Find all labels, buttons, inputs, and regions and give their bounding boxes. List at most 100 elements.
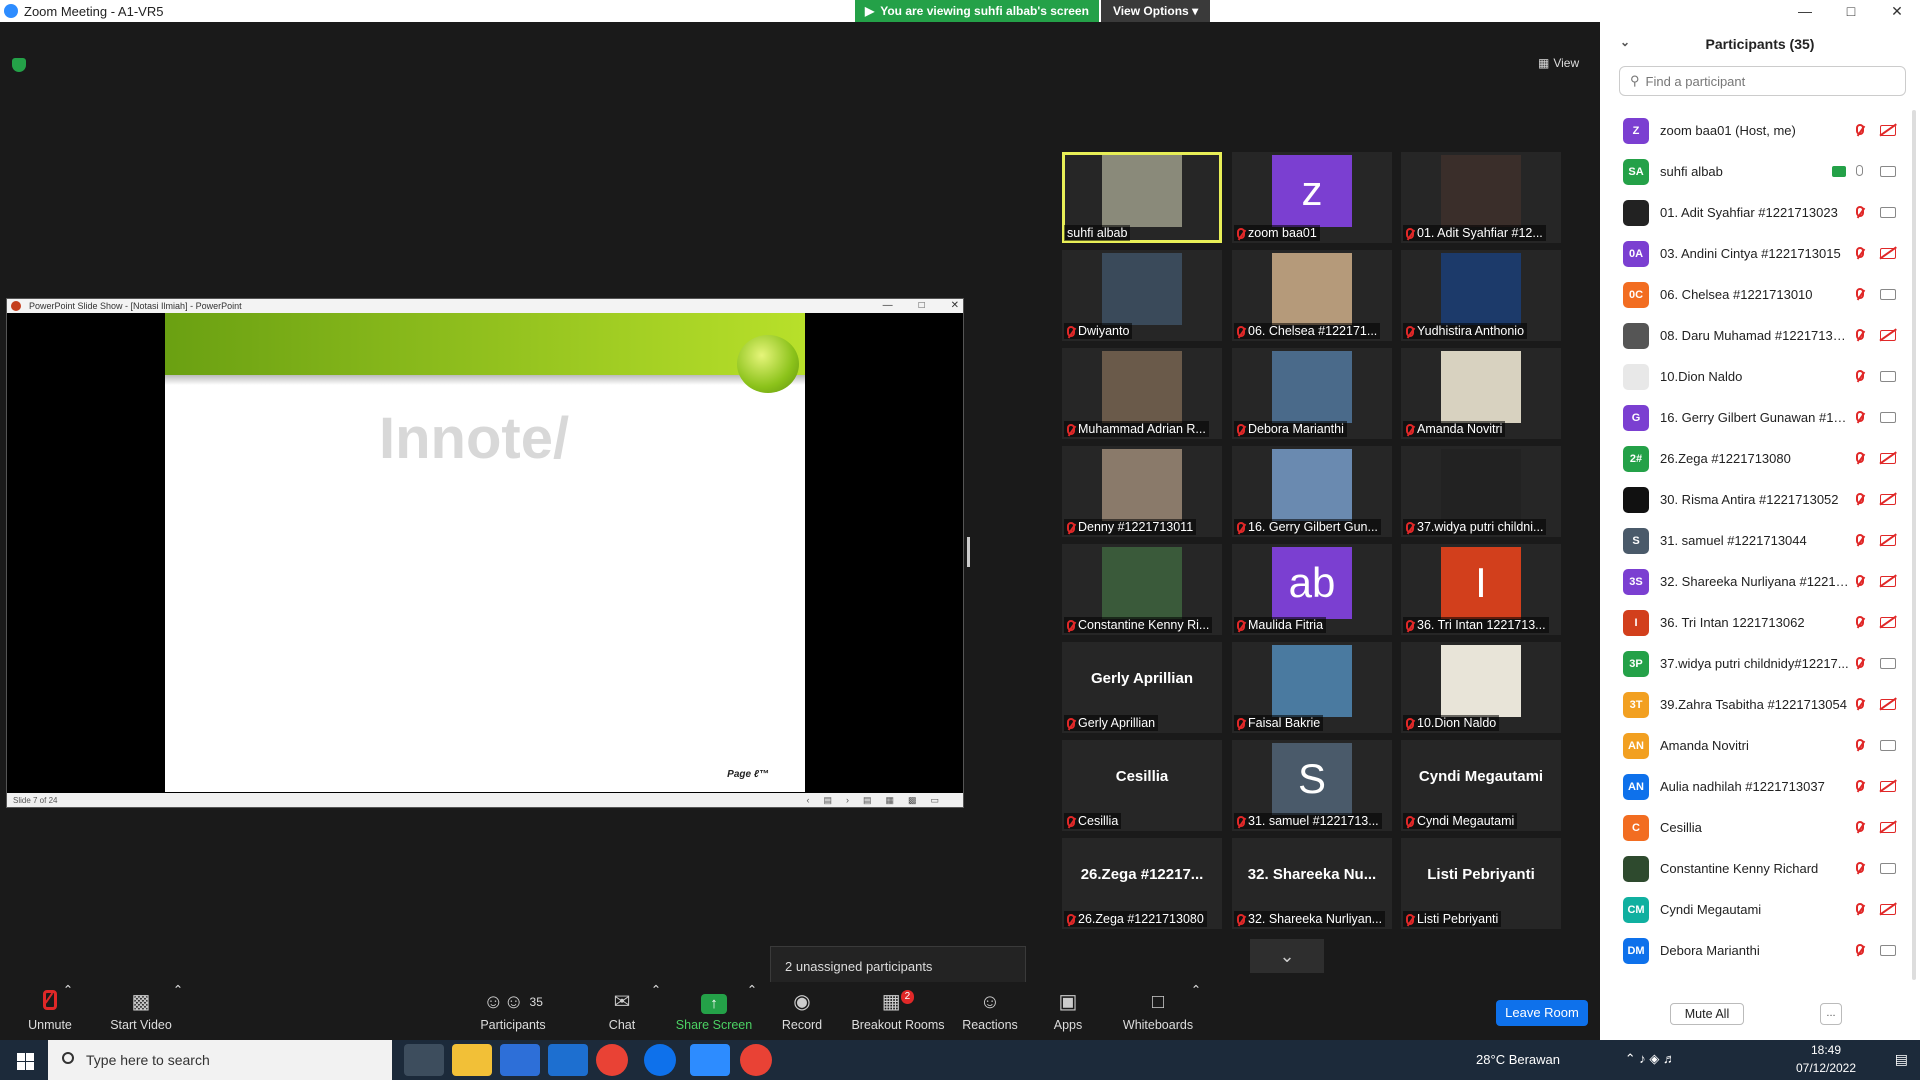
video-tile[interactable]: Debora Marianthi bbox=[1232, 348, 1392, 439]
meeting-toolbar: Unmute ⌃ ▩ Start Video ⌃ ☺☺ 35 Participa… bbox=[0, 982, 1600, 1040]
video-tile[interactable]: I 36. Tri Intan 1221713... bbox=[1401, 544, 1561, 635]
video-tile[interactable]: Denny #1221713011 bbox=[1062, 446, 1222, 537]
video-tile[interactable]: 10.Dion Naldo bbox=[1401, 642, 1561, 733]
video-off-icon bbox=[1880, 330, 1896, 341]
collapse-chevron-icon[interactable]: ⌄ bbox=[1620, 35, 1630, 49]
video-tile[interactable]: 16. Gerry Gilbert Gun... bbox=[1232, 446, 1392, 537]
video-on-icon bbox=[1880, 740, 1896, 751]
participant-row[interactable]: AN Amanda Novitri bbox=[1600, 725, 1912, 766]
layout-splitter[interactable] bbox=[967, 537, 970, 567]
participant-list-scrollbar[interactable] bbox=[1912, 110, 1916, 980]
unmute-button[interactable]: Unmute bbox=[0, 982, 100, 1040]
video-tile[interactable]: z zoom baa01 bbox=[1232, 152, 1392, 243]
participant-search-input[interactable]: ⚲ Find a participant bbox=[1619, 66, 1906, 96]
tray-icons[interactable]: ⌃ ♪ ◈ ♬ bbox=[1625, 1051, 1676, 1067]
video-tile[interactable]: 26.Zega #12217... 26.Zega #1221713080 bbox=[1062, 838, 1222, 929]
clock-date[interactable]: 07/12/2022 bbox=[1786, 1061, 1866, 1075]
participant-row[interactable]: 3P 37.widya putri childnidy#12217... bbox=[1600, 643, 1912, 684]
mute-all-button[interactable]: Mute All bbox=[1670, 1003, 1744, 1025]
chat-options-caret[interactable]: ⌃ bbox=[646, 982, 666, 1040]
chrome-icon[interactable] bbox=[596, 1044, 628, 1076]
slide-band-shadow bbox=[165, 375, 805, 385]
mail-icon[interactable] bbox=[548, 1044, 588, 1076]
store-icon[interactable] bbox=[500, 1044, 540, 1076]
chrome-2-icon[interactable] bbox=[740, 1044, 772, 1076]
viewing-text: You are viewing suhfi albab's screen bbox=[880, 4, 1089, 18]
participant-video bbox=[1272, 645, 1352, 717]
participant-name: Cesillia bbox=[1660, 820, 1702, 835]
video-tile[interactable]: 01. Adit Syahfiar #12... bbox=[1401, 152, 1561, 243]
clock-time[interactable]: 18:49 bbox=[1786, 1043, 1866, 1057]
participant-row[interactable]: 2# 26.Zega #1221713080 bbox=[1600, 438, 1912, 479]
participant-row[interactable]: DM Debora Marianthi bbox=[1600, 930, 1912, 971]
file-explorer-icon[interactable] bbox=[452, 1044, 492, 1076]
viewing-banner: ▶ You are viewing suhfi albab's screen V… bbox=[855, 0, 1211, 22]
participant-row[interactable]: S 31. samuel #1221713044 bbox=[1600, 520, 1912, 561]
video-tile[interactable]: Yudhistira Anthonio bbox=[1401, 250, 1561, 341]
participants-button[interactable]: ☺☺ 35 Participants bbox=[463, 982, 563, 1040]
search-icon bbox=[62, 1052, 74, 1064]
zoom-taskbar-icon[interactable] bbox=[690, 1044, 730, 1076]
security-shield-icon[interactable] bbox=[12, 58, 26, 72]
video-tile[interactable]: Gerly Aprillian Gerly Aprillian bbox=[1062, 642, 1222, 733]
leave-room-button[interactable]: Leave Room bbox=[1496, 1000, 1588, 1026]
taskbar-search-input[interactable]: Type here to search bbox=[48, 1040, 392, 1080]
participant-row[interactable]: 3S 32. Shareeka Nurliyana #12217... bbox=[1600, 561, 1912, 602]
video-tile[interactable]: Listi Pebriyanti Listi Pebriyanti bbox=[1401, 838, 1561, 929]
participant-row[interactable]: 0A 03. Andini Cintya #1221713015 bbox=[1600, 233, 1912, 274]
participant-row[interactable]: 30. Risma Antira #1221713052 bbox=[1600, 479, 1912, 520]
notification-icon[interactable]: ▤ bbox=[1895, 1051, 1908, 1068]
video-tile[interactable]: 37.widya putri childni... bbox=[1401, 446, 1561, 537]
participant-row[interactable]: I 36. Tri Intan 1221713062 bbox=[1600, 602, 1912, 643]
close-icon[interactable]: ✕ bbox=[1874, 0, 1920, 22]
video-tile[interactable]: Constantine Kenny Ri... bbox=[1062, 544, 1222, 635]
video-tile[interactable]: suhfi albab bbox=[1062, 152, 1222, 243]
participant-row[interactable]: G 16. Gerry Gilbert Gunawan #12... bbox=[1600, 397, 1912, 438]
task-view-icon[interactable] bbox=[404, 1044, 444, 1076]
participant-row[interactable]: 08. Daru Muhamad #12217130... bbox=[1600, 315, 1912, 356]
teamviewer-icon[interactable] bbox=[644, 1044, 676, 1076]
video-tile[interactable]: Cesillia Cesillia bbox=[1062, 740, 1222, 831]
participant-row[interactable]: SA suhfi albab bbox=[1600, 151, 1912, 192]
start-button[interactable] bbox=[0, 1040, 48, 1080]
maximize-icon[interactable]: □ bbox=[1828, 0, 1874, 22]
video-options-caret[interactable]: ⌃ bbox=[168, 982, 188, 1040]
whiteboards-options-caret[interactable]: ⌃ bbox=[1186, 982, 1206, 1040]
gallery-scroll-down-button[interactable]: ⌄ bbox=[1250, 939, 1324, 973]
tile-name-label: 01. Adit Syahfiar #12... bbox=[1403, 225, 1546, 241]
audio-options-caret[interactable]: ⌃ bbox=[58, 982, 78, 1040]
more-options-button[interactable]: ... bbox=[1820, 1003, 1842, 1025]
participant-row[interactable]: CM Cyndi Megautami bbox=[1600, 889, 1912, 930]
participant-row[interactable]: 0C 06. Chelsea #1221713010 bbox=[1600, 274, 1912, 315]
grid-icon: ▦ bbox=[1538, 56, 1550, 70]
video-tile[interactable]: ab Maulida Fitria bbox=[1232, 544, 1392, 635]
video-tile[interactable]: 32. Shareeka Nu... 32. Shareeka Nurliyan.… bbox=[1232, 838, 1392, 929]
participant-row[interactable]: 10.Dion Naldo bbox=[1600, 356, 1912, 397]
video-tile[interactable]: Dwiyanto bbox=[1062, 250, 1222, 341]
participant-row[interactable]: AN Aulia nadhilah #1221713037 bbox=[1600, 766, 1912, 807]
video-tile[interactable]: Amanda Novitri bbox=[1401, 348, 1561, 439]
tile-name-text: 10.Dion Naldo bbox=[1417, 716, 1497, 730]
weather-text[interactable]: 28°C Berawan bbox=[1476, 1052, 1560, 1067]
view-options-button[interactable]: View Options ▾ bbox=[1100, 0, 1211, 22]
minimize-icon[interactable]: — bbox=[1782, 0, 1828, 22]
record-button[interactable]: ◉ Record bbox=[752, 982, 852, 1040]
participant-row[interactable]: Constantine Kenny Richard bbox=[1600, 848, 1912, 889]
view-button[interactable]: ▦ View bbox=[1538, 56, 1579, 70]
video-tile[interactable]: S 31. samuel #1221713... bbox=[1232, 740, 1392, 831]
breakout-rooms-button[interactable]: ▦ 2 Breakout Rooms bbox=[843, 982, 953, 1040]
breakout-label: Breakout Rooms bbox=[851, 1018, 945, 1032]
participant-row[interactable]: 01. Adit Syahfiar #1221713023 bbox=[1600, 192, 1912, 233]
video-tile[interactable]: Cyndi Megautami Cyndi Megautami bbox=[1401, 740, 1561, 831]
video-tile[interactable]: Faisal Bakrie bbox=[1232, 642, 1392, 733]
video-tile[interactable]: Muhammad Adrian R... bbox=[1062, 348, 1222, 439]
participant-row[interactable]: C Cesillia bbox=[1600, 807, 1912, 848]
participant-row[interactable]: 3T 39.Zahra Tsabitha #1221713054 bbox=[1600, 684, 1912, 725]
participant-name: 31. samuel #1221713044 bbox=[1660, 533, 1807, 548]
tile-name-text: 36. Tri Intan 1221713... bbox=[1417, 618, 1546, 632]
apps-button[interactable]: ▣ Apps bbox=[1018, 982, 1118, 1040]
participant-row[interactable]: Zzoom baa01 (Host, me) bbox=[1600, 110, 1912, 151]
video-tile[interactable]: 06. Chelsea #122171... bbox=[1232, 250, 1392, 341]
mic-muted-icon bbox=[1406, 423, 1414, 435]
mic-muted-icon bbox=[1856, 124, 1864, 135]
